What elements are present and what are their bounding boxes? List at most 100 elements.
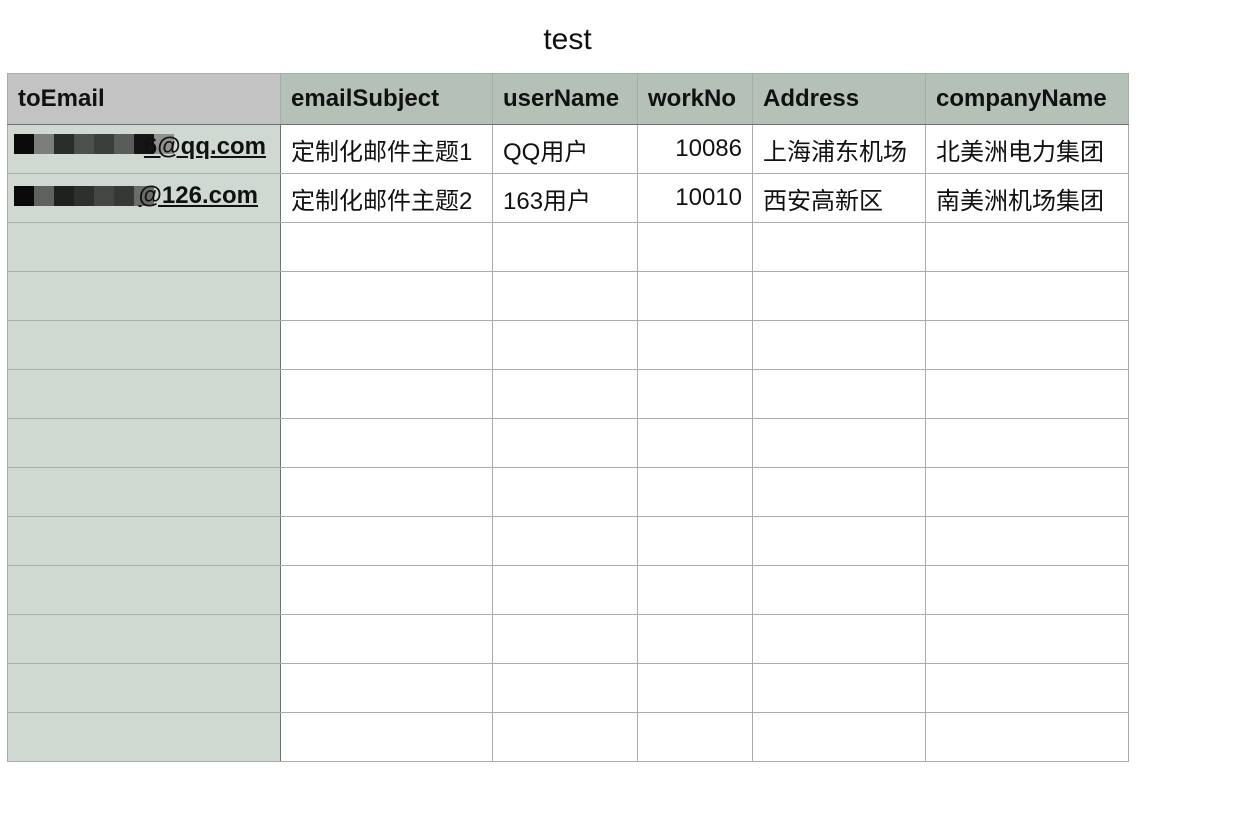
cell-companyName[interactable]: 北美洲电力集团 [925, 124, 1129, 174]
empty-table-row [7, 418, 1129, 468]
empty-cell-emailSubject[interactable] [280, 271, 493, 321]
empty-cell-Address[interactable] [752, 320, 926, 370]
empty-cell-workNo[interactable] [637, 369, 753, 419]
empty-cell-emailSubject[interactable] [280, 320, 493, 370]
table-row: 6@qq.com 定制化邮件主题1 QQ用户 10086 上海浦东机场 北美洲电… [7, 124, 1129, 174]
empty-cell-companyName[interactable] [925, 516, 1129, 566]
empty-cell-userName[interactable] [492, 712, 638, 762]
empty-table-row [7, 369, 1129, 419]
empty-cell-companyName[interactable] [925, 712, 1129, 762]
cell-userName[interactable]: QQ用户 [492, 124, 638, 174]
column-header-userName[interactable]: userName [492, 73, 638, 125]
empty-cell-companyName[interactable] [925, 271, 1129, 321]
empty-cell-toEmail[interactable] [7, 369, 281, 419]
empty-table-row [7, 516, 1129, 566]
empty-cell-userName[interactable] [492, 222, 638, 272]
empty-cell-workNo[interactable] [637, 614, 753, 664]
empty-cell-userName[interactable] [492, 271, 638, 321]
empty-cell-Address[interactable] [752, 369, 926, 419]
empty-cell-userName[interactable] [492, 320, 638, 370]
empty-cell-emailSubject[interactable] [280, 369, 493, 419]
empty-cell-Address[interactable] [752, 712, 926, 762]
empty-cell-toEmail[interactable] [7, 614, 281, 664]
empty-cell-toEmail[interactable] [7, 565, 281, 615]
empty-cell-emailSubject[interactable] [280, 614, 493, 664]
empty-cell-Address[interactable] [752, 418, 926, 468]
column-header-Address[interactable]: Address [752, 73, 926, 125]
empty-table-row [7, 614, 1129, 664]
cell-userName[interactable]: 163用户 [492, 173, 638, 223]
empty-cell-toEmail[interactable] [7, 467, 281, 517]
column-header-emailSubject[interactable]: emailSubject [280, 73, 493, 125]
empty-cell-Address[interactable] [752, 565, 926, 615]
empty-cell-userName[interactable] [492, 418, 638, 468]
empty-cell-Address[interactable] [752, 222, 926, 272]
cell-emailSubject[interactable]: 定制化邮件主题1 [280, 124, 493, 174]
empty-cell-toEmail[interactable] [7, 320, 281, 370]
empty-cell-companyName[interactable] [925, 369, 1129, 419]
empty-cell-workNo[interactable] [637, 418, 753, 468]
cell-workNo[interactable]: 10086 [637, 124, 753, 174]
empty-cell-toEmail[interactable] [7, 271, 281, 321]
empty-cell-Address[interactable] [752, 614, 926, 664]
cell-Address[interactable]: 上海浦东机场 [752, 124, 926, 174]
cell-workNo[interactable]: 10010 [637, 173, 753, 223]
empty-cell-userName[interactable] [492, 663, 638, 713]
column-header-workNo[interactable]: workNo [637, 73, 753, 125]
empty-cell-workNo[interactable] [637, 663, 753, 713]
empty-cell-emailSubject[interactable] [280, 467, 493, 517]
empty-cell-emailSubject[interactable] [280, 418, 493, 468]
empty-cell-Address[interactable] [752, 516, 926, 566]
empty-cell-companyName[interactable] [925, 320, 1129, 370]
column-header-companyName[interactable]: companyName [925, 73, 1129, 125]
empty-cell-toEmail[interactable] [7, 516, 281, 566]
cell-text: 南美洲机场集团 [936, 187, 1104, 215]
empty-table-row [7, 320, 1129, 370]
empty-cell-workNo[interactable] [637, 712, 753, 762]
table-row: @126.com 定制化邮件主题2 163用户 10010 西安高新区 南美洲机… [7, 173, 1129, 223]
cell-emailSubject[interactable]: 定制化邮件主题2 [280, 173, 493, 223]
empty-cell-emailSubject[interactable] [280, 565, 493, 615]
empty-cell-Address[interactable] [752, 663, 926, 713]
empty-cell-companyName[interactable] [925, 614, 1129, 664]
empty-cell-Address[interactable] [752, 467, 926, 517]
empty-cell-emailSubject[interactable] [280, 663, 493, 713]
empty-cell-userName[interactable] [492, 614, 638, 664]
empty-cell-emailSubject[interactable] [280, 712, 493, 762]
empty-cell-companyName[interactable] [925, 467, 1129, 517]
empty-table-row [7, 467, 1129, 517]
empty-cell-workNo[interactable] [637, 467, 753, 517]
empty-cell-toEmail[interactable] [7, 712, 281, 762]
empty-cell-userName[interactable] [492, 516, 638, 566]
cell-toEmail[interactable]: 6@qq.com [7, 124, 281, 174]
empty-cell-workNo[interactable] [637, 565, 753, 615]
cell-companyName[interactable]: 南美洲机场集团 [925, 173, 1129, 223]
empty-cell-companyName[interactable] [925, 663, 1129, 713]
cell-text: 10086 [675, 135, 742, 163]
column-header-toEmail[interactable]: toEmail [7, 73, 281, 125]
empty-cell-userName[interactable] [492, 467, 638, 517]
cell-toEmail[interactable]: @126.com [7, 173, 281, 223]
empty-cell-userName[interactable] [492, 369, 638, 419]
empty-cell-companyName[interactable] [925, 418, 1129, 468]
empty-cell-toEmail[interactable] [7, 663, 281, 713]
empty-cell-workNo[interactable] [637, 516, 753, 566]
cell-Address[interactable]: 西安高新区 [752, 173, 926, 223]
cell-text: 定制化邮件主题1 [291, 138, 473, 166]
empty-cell-workNo[interactable] [637, 271, 753, 321]
email-link[interactable]: 6@qq.com [144, 133, 266, 161]
empty-cell-emailSubject[interactable] [280, 222, 493, 272]
empty-cell-companyName[interactable] [925, 222, 1129, 272]
empty-cell-emailSubject[interactable] [280, 516, 493, 566]
empty-cell-Address[interactable] [752, 271, 926, 321]
empty-cell-workNo[interactable] [637, 320, 753, 370]
empty-cell-toEmail[interactable] [7, 418, 281, 468]
empty-table-row [7, 712, 1129, 762]
header-row: toEmail emailSubject userName workNo Add… [7, 73, 1129, 125]
empty-cell-toEmail[interactable] [7, 222, 281, 272]
redacted-mask [14, 186, 154, 206]
email-link[interactable]: @126.com [139, 182, 258, 210]
empty-cell-workNo[interactable] [637, 222, 753, 272]
empty-cell-companyName[interactable] [925, 565, 1129, 615]
empty-cell-userName[interactable] [492, 565, 638, 615]
